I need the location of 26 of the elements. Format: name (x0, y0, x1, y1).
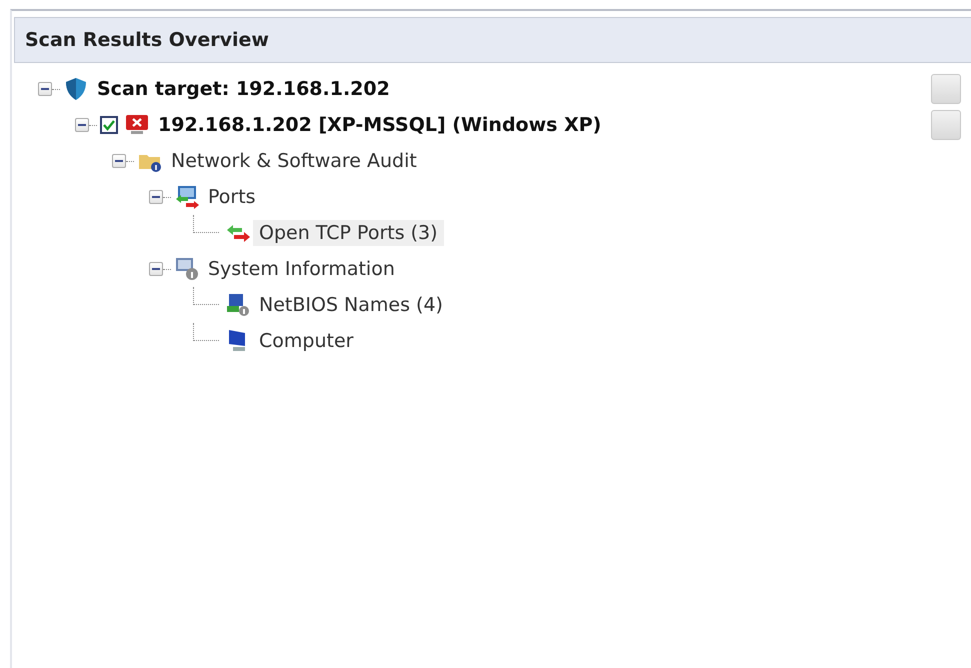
collapse-button[interactable] (75, 118, 89, 132)
minus-icon (115, 157, 123, 165)
minus-icon (152, 193, 160, 201)
network-computer-icon (225, 292, 251, 318)
checkbox[interactable] (100, 116, 118, 134)
row-toggle-button[interactable] (931, 74, 961, 104)
tree-item[interactable]: Ports (202, 184, 262, 210)
tree-item[interactable]: 192.168.1.202 [XP-MSSQL] (Windows XP) (152, 112, 608, 138)
collapse-button[interactable] (149, 262, 163, 276)
minus-icon (152, 265, 160, 273)
collapse-button[interactable] (112, 154, 126, 168)
tree-item[interactable]: Computer (253, 328, 360, 354)
tree-item[interactable]: NetBIOS Names (4) (253, 292, 449, 318)
collapse-button[interactable] (149, 190, 163, 204)
tree-item[interactable]: Scan target: 192.168.1.202 (91, 76, 396, 102)
minus-icon (78, 121, 86, 129)
computer-info-icon (174, 256, 200, 282)
collapse-button[interactable] (38, 82, 52, 96)
shield-icon (63, 76, 89, 102)
minus-icon (41, 85, 49, 93)
row-toggle-button[interactable] (931, 110, 961, 140)
tree-item[interactable]: Open TCP Ports (3) (253, 220, 444, 246)
tree-item[interactable]: System Information (202, 256, 401, 282)
panel-title: Scan Results Overview (14, 17, 971, 63)
network-ports-icon (174, 184, 200, 210)
tree-item[interactable]: Network & Software Audit (165, 148, 423, 174)
